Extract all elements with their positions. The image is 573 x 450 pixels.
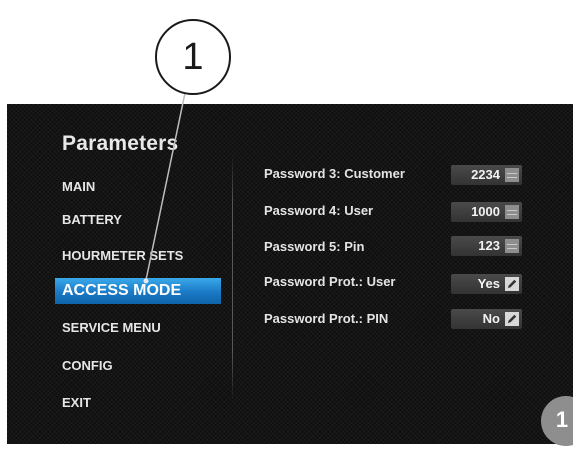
figure-number: 1: [555, 407, 569, 432]
callout-number: 1: [182, 36, 204, 78]
callout-leader-line: [143, 92, 186, 284]
